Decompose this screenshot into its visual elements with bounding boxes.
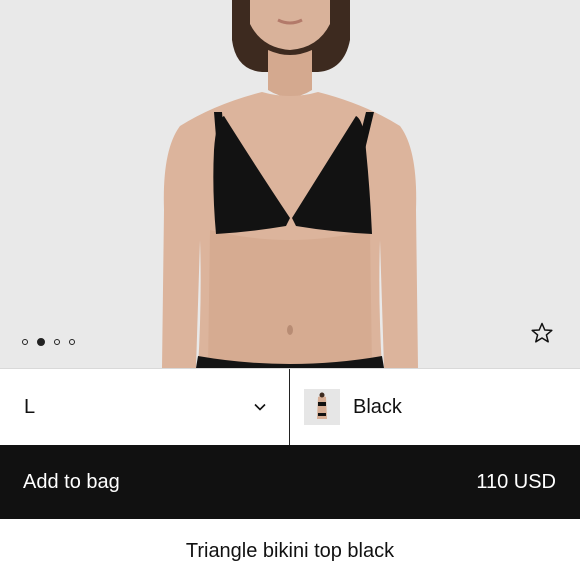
size-dropdown[interactable]: L xyxy=(0,369,290,445)
pagination-dot[interactable] xyxy=(69,339,75,345)
product-image[interactable] xyxy=(0,0,580,368)
pagination-dot[interactable] xyxy=(22,339,28,345)
model-photo xyxy=(162,0,418,368)
product-thumbnail xyxy=(304,389,340,425)
size-value: L xyxy=(24,395,36,418)
color-selector[interactable]: Black xyxy=(290,369,580,445)
add-to-bag-label: Add to bag xyxy=(23,470,120,493)
color-value: Black xyxy=(353,395,402,418)
star-icon xyxy=(531,322,553,343)
chevron-down-icon xyxy=(253,400,267,414)
pagination-dot-active[interactable] xyxy=(37,338,45,346)
variant-selectors: L Black xyxy=(0,368,580,445)
add-to-bag-button[interactable]: Add to bag 110 USD xyxy=(0,445,580,519)
product-title: Triangle bikini top black xyxy=(185,540,395,562)
gallery-pagination xyxy=(22,338,75,346)
favorite-button[interactable] xyxy=(530,321,558,349)
price: 110 USD xyxy=(476,470,556,493)
pagination-dot[interactable] xyxy=(54,339,60,345)
